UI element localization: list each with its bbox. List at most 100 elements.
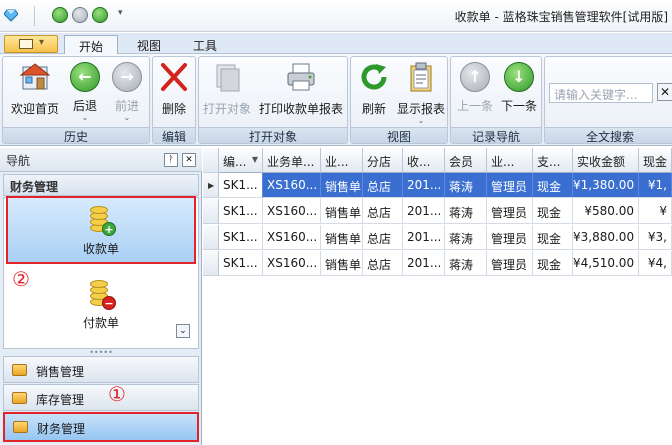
print-receipt-report-button[interactable]: 打印收款单报表 xyxy=(257,61,345,129)
module-sales[interactable]: 销售管理 xyxy=(3,356,199,383)
column-header-cash[interactable]: 现金 xyxy=(639,148,672,173)
up-quick-icon[interactable] xyxy=(72,7,88,23)
cell-receipt-date[interactable]: 201... xyxy=(403,173,445,198)
refresh-quick-icon[interactable] xyxy=(52,7,68,23)
tab-home[interactable]: 开始 xyxy=(64,35,118,54)
column-header-branch[interactable]: 分店 xyxy=(363,148,403,173)
keyword-search-input[interactable]: 请输入关键字... xyxy=(549,83,653,103)
cell-payment-method[interactable]: 现金 xyxy=(533,199,573,224)
cell-code[interactable]: SK1... xyxy=(219,225,263,250)
next-record-label: 下一条 xyxy=(500,99,537,113)
show-report-dropdown-icon[interactable]: ⌄ xyxy=(395,117,447,125)
cell-branch[interactable]: 总店 xyxy=(363,173,403,198)
table-row[interactable]: SK1... XS160... 销售单 总店 201... 蒋涛 管理员 现金 ¥580.00 ¥ xyxy=(203,199,672,224)
cell-received-amount[interactable]: ¥580.00 xyxy=(573,199,639,224)
cell-cash[interactable]: ¥1, xyxy=(639,173,672,198)
cell-business[interactable]: 销售单 xyxy=(321,225,363,250)
cell-business[interactable]: 销售单 xyxy=(321,251,363,276)
welcome-button[interactable]: 欢迎首页 xyxy=(7,61,63,129)
cell-order-no[interactable]: XS160... xyxy=(263,225,321,250)
column-header-code[interactable]: 编... ▼ xyxy=(219,148,263,173)
back-button[interactable]: ← 后退 ⌄ xyxy=(65,61,105,129)
cell-business[interactable]: 销售单 xyxy=(321,173,363,198)
cell-receipt-date[interactable]: 201... xyxy=(403,225,445,250)
cell-received-amount[interactable]: ¥4,510.00 xyxy=(573,251,639,276)
home-icon xyxy=(19,63,51,90)
nav-item-payment[interactable]: − 付款单 xyxy=(8,276,194,336)
cell-order-no[interactable]: XS160... xyxy=(263,251,321,276)
cell-member[interactable]: 蒋涛 xyxy=(445,251,487,276)
column-header-member[interactable]: 会员 xyxy=(445,148,487,173)
row-indicator[interactable]: ▶ xyxy=(203,173,219,198)
refresh-button[interactable]: 刷新 xyxy=(355,61,393,129)
cell-member[interactable]: 蒋涛 xyxy=(445,199,487,224)
close-panel-icon[interactable]: ✕ xyxy=(182,153,196,167)
cell-payment-method[interactable]: 现金 xyxy=(533,251,573,276)
down-quick-icon[interactable] xyxy=(92,7,108,23)
cell-order-no[interactable]: XS160... xyxy=(263,173,321,198)
diamond-app-icon[interactable] xyxy=(4,8,18,22)
row-indicator[interactable] xyxy=(203,251,219,276)
cell-branch[interactable]: 总店 xyxy=(363,199,403,224)
show-report-button[interactable]: 显示报表 ⌄ xyxy=(395,61,447,129)
cell-operator[interactable]: 管理员 xyxy=(487,251,533,276)
column-header-receipt[interactable]: 收... xyxy=(403,148,445,173)
cell-code[interactable]: SK1... xyxy=(219,199,263,224)
nav-item-receipt[interactable]: + 收款单 xyxy=(6,196,196,264)
cell-cash[interactable]: ¥4, xyxy=(639,251,672,276)
expand-chevron-icon[interactable]: ⌄ xyxy=(176,324,190,338)
cell-member[interactable]: 蒋涛 xyxy=(445,173,487,198)
cell-operator[interactable]: 管理员 xyxy=(487,225,533,250)
column-header-operator[interactable]: 业... xyxy=(487,148,533,173)
forward-label: 前进 xyxy=(114,99,139,113)
app-menu-button[interactable]: ▾ xyxy=(4,35,58,53)
cell-payment-method[interactable]: 现金 xyxy=(533,173,573,198)
module-inventory-label: 库存管理 xyxy=(36,393,85,407)
next-record-button[interactable]: ↓ 下一条 xyxy=(497,61,541,129)
column-header-payment-method[interactable]: 支... xyxy=(533,148,573,173)
module-inventory[interactable]: 库存管理 xyxy=(3,384,199,411)
receipt-data-grid: 编... ▼ 业务单... 业... 分店 收... 会员 业... 支... 实… xyxy=(203,148,672,445)
cell-receipt-date[interactable]: 201... xyxy=(403,199,445,224)
cell-operator[interactable]: 管理员 xyxy=(487,199,533,224)
table-row[interactable]: SK1... XS160... 销售单 总店 201... 蒋涛 管理员 现金 ¥4,510.0… xyxy=(203,251,672,276)
customize-quick-access-icon[interactable]: ▾ xyxy=(118,8,123,18)
cell-received-amount[interactable]: ¥1,380.00 xyxy=(573,173,639,198)
column-header-received-amount[interactable]: 实收金额 xyxy=(573,148,639,173)
module-finance[interactable]: 财务管理 xyxy=(3,412,199,442)
row-indicator[interactable] xyxy=(203,199,219,224)
tab-view[interactable]: 视图 xyxy=(124,35,174,54)
forward-dropdown-icon[interactable]: ⌄ xyxy=(107,114,147,122)
forward-button[interactable]: → 前进 ⌄ xyxy=(107,61,147,129)
cell-code[interactable]: SK1... xyxy=(219,251,263,276)
table-row[interactable]: SK1... XS160... 销售单 总店 201... 蒋涛 管理员 现金 ¥3,880.0… xyxy=(203,225,672,250)
cell-cash[interactable]: ¥ xyxy=(639,199,672,224)
title-bar: ▾ 收款单 - 蓝格珠宝销售管理软件[试用版] xyxy=(0,0,672,32)
cell-branch[interactable]: 总店 xyxy=(363,251,403,276)
cell-business[interactable]: 销售单 xyxy=(321,199,363,224)
ribbon: 欢迎首页 ← 后退 ⌄ → 前进 ⌄ 历史 删除 编辑 打开对象 打印收款单报表… xyxy=(0,54,672,146)
back-dropdown-icon[interactable]: ⌄ xyxy=(65,114,105,122)
back-icon: ← xyxy=(69,61,101,93)
pin-icon[interactable]: ᚹ xyxy=(164,153,178,167)
cell-member[interactable]: 蒋涛 xyxy=(445,225,487,250)
table-row[interactable]: ▶ SK1... XS160... 销售单 总店 201... 蒋涛 管理员 现金 ¥1,380.… xyxy=(203,173,672,198)
nav-group-title: 财务管理 xyxy=(10,180,59,194)
tab-tools[interactable]: 工具 xyxy=(180,35,230,54)
cell-order-no[interactable]: XS160... xyxy=(263,199,321,224)
cell-code[interactable]: SK1... xyxy=(219,173,263,198)
print-receipt-report-label: 打印收款单报表 xyxy=(258,102,343,116)
column-header-business[interactable]: 业... xyxy=(321,148,363,173)
cell-cash[interactable]: ¥3, xyxy=(639,225,672,250)
delete-button[interactable]: 删除 xyxy=(155,61,193,129)
open-object-button[interactable]: 打开对象 xyxy=(201,61,253,129)
cell-received-amount[interactable]: ¥3,880.00 xyxy=(573,225,639,250)
cell-receipt-date[interactable]: 201... xyxy=(403,251,445,276)
clear-search-icon[interactable]: ✕ xyxy=(657,83,672,101)
cell-branch[interactable]: 总店 xyxy=(363,225,403,250)
cell-payment-method[interactable]: 现金 xyxy=(533,225,573,250)
cell-operator[interactable]: 管理员 xyxy=(487,173,533,198)
row-indicator[interactable] xyxy=(203,225,219,250)
column-header-order-no[interactable]: 业务单... xyxy=(263,148,321,173)
previous-record-button[interactable]: ↑ 上一条 xyxy=(453,61,497,129)
